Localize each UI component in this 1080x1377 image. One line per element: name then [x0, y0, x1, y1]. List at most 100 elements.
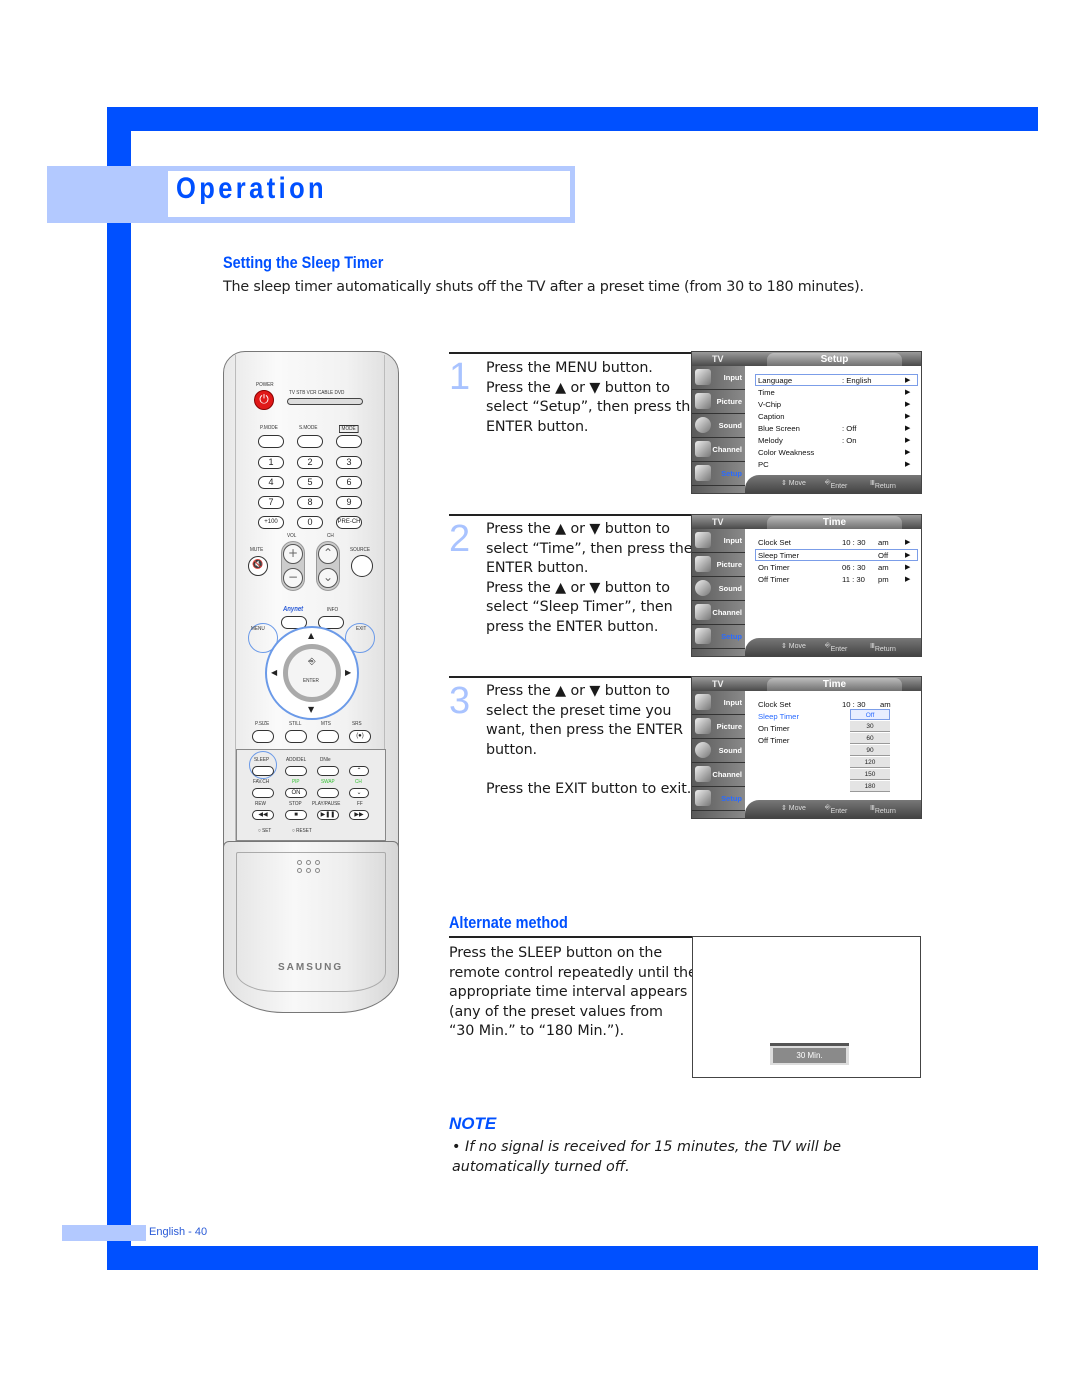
osd-return-hint: Ⅲ Return: [870, 480, 896, 490]
num-key: 0: [297, 516, 323, 529]
sleep-osd-display: 30 Min.: [770, 1043, 849, 1065]
set-label: ○ SET: [258, 828, 272, 834]
arrow-right-icon: ▶: [905, 461, 911, 468]
mts-label: MTS: [321, 721, 331, 727]
source-label: SOURCE: [350, 547, 371, 553]
intro-text: The sleep timer automatically shuts off …: [223, 279, 864, 295]
osd-enter-hint: ⎆ Enter: [825, 479, 848, 490]
arrow-right-icon: ▶: [905, 425, 911, 432]
pip-on-button: ON: [285, 788, 307, 798]
num-key: 5: [297, 476, 323, 489]
osd-time-menu: TV Time Input Picture Sound Channel Setu…: [691, 514, 922, 657]
stop-label: STOP: [289, 801, 302, 807]
osd-row: Time ▶: [758, 388, 911, 397]
enter-button: ⎆ ENTER: [283, 644, 341, 702]
arrow-right-icon: ▶: [905, 552, 911, 559]
anynet-label: Anynet: [283, 606, 304, 613]
osd-sidebar-sound: Sound: [692, 577, 745, 601]
osd-footer: ⇕ Move ⎆ Enter Ⅲ Return: [745, 638, 921, 656]
osd-sidebar: Input Picture Sound Channel Setup: [692, 691, 745, 818]
osd-sidebar: Input Picture Sound Channel Setup: [692, 366, 745, 493]
num-key: 7: [258, 496, 284, 509]
section-title: Operation: [176, 172, 328, 205]
sleep-button: [252, 766, 274, 776]
favch-button: [252, 788, 274, 798]
ff-label: FF: [357, 801, 363, 807]
volume-rocker: + −: [281, 541, 305, 591]
brand-logo: SAMSUNG: [278, 962, 344, 973]
info-label: INFO: [327, 607, 339, 613]
fast-forward-icon: ▶▶: [349, 810, 369, 820]
sleep-option: 90: [850, 745, 890, 756]
sleep-option: 60: [850, 733, 890, 744]
speaker-hole: [315, 860, 320, 865]
dnie-label: DNIe: [320, 757, 331, 763]
osd-sidebar-input: Input: [692, 366, 745, 390]
speaker-hole: [306, 860, 311, 865]
osd-sidebar-picture: Picture: [692, 715, 745, 739]
osd-return-hint: Ⅲ Return: [870, 643, 896, 653]
page-number: English - 40: [149, 1226, 208, 1238]
step-number: 3: [449, 680, 471, 722]
step-text: Press the MENU button. Press the ▲ or ▼ …: [486, 360, 699, 435]
menu-label: MENU: [251, 626, 265, 632]
osd-tv-label: TV: [712, 517, 724, 527]
num-key: 2: [297, 456, 323, 469]
plus-icon: +: [283, 544, 303, 564]
osd-sidebar-picture: Picture: [692, 553, 745, 577]
osd-sidebar-setup: Setup: [692, 787, 745, 811]
osd-row: Off Timer: [758, 736, 790, 745]
mute-label: MUTE: [250, 547, 264, 553]
osd-sidebar-channel: Channel: [692, 601, 745, 625]
page-frame-top: [107, 107, 1038, 131]
source-modes-label: TV STB VCR CABLE DVD: [289, 390, 345, 396]
alternate-method-text: Press the SLEEP button on the remote con…: [449, 945, 697, 1039]
osd-move-hint: ⇕ Move: [781, 805, 806, 812]
page-frame-bottom: [107, 1246, 1038, 1270]
step-text: Press the ▲ or ▼ button to select “Time”…: [486, 521, 693, 635]
channel-icon: [695, 604, 711, 620]
play-pause-icon: ▶❚❚: [317, 810, 339, 820]
sleep-option: 150: [850, 769, 890, 780]
num-key: 9: [336, 496, 362, 509]
arrow-right-icon: ▶: [905, 401, 911, 408]
setup-icon: [695, 790, 711, 806]
osd-tv-label: TV: [712, 679, 724, 689]
ch-down-button: ⌄: [349, 788, 369, 798]
mute-button: 🔇: [248, 556, 268, 576]
osd-sidebar-input: Input: [692, 691, 745, 715]
arrow-left-icon: ◀: [271, 668, 278, 677]
osd-row: On Timer: [758, 724, 790, 733]
prech-key: PRE-CH: [336, 516, 362, 529]
rewind-icon: ◀◀: [252, 810, 274, 820]
smode-label: S.MODE: [299, 425, 318, 431]
osd-row: Melody: On ▶: [758, 436, 911, 445]
arrow-right-icon: ▶: [905, 389, 911, 396]
favch-label: FAV.CH: [253, 779, 270, 785]
osd-return-hint: Ⅲ Return: [870, 805, 896, 815]
speaker-hole: [297, 868, 302, 873]
swap-label: SWAP: [321, 779, 335, 785]
pmode-label: P.MODE: [260, 425, 278, 431]
arrow-right-icon: ▶: [905, 413, 911, 420]
sleep-label: SLEEP: [254, 757, 270, 763]
osd-row: Clock Set 10 : 30 am: [758, 700, 891, 709]
note-title: NOTE: [449, 1114, 497, 1133]
sleep-osd-value: 30 Min.: [773, 1048, 846, 1063]
channel-rocker: ⌃ ⌄: [316, 541, 340, 591]
speaker-hole: [306, 868, 311, 873]
mode-indicator-bar: [287, 398, 363, 405]
input-icon: [695, 532, 711, 548]
sleep-option: 30: [850, 721, 890, 732]
exit-label: EXIT: [356, 626, 367, 632]
sleep-option: 180: [850, 781, 890, 792]
swap-button: [317, 788, 339, 798]
arrow-right-icon: ▶: [905, 377, 911, 384]
arrow-up-icon: ▲: [308, 631, 315, 640]
osd-row: Clock Set 10 : 30 am ▶: [758, 538, 911, 547]
osd-setup-menu: TV Setup Input Picture Sound Channel Set…: [691, 351, 922, 494]
osd-footer: ⇕ Move ⎆ Enter Ⅲ Return: [745, 800, 921, 818]
remote-battery-cover: [223, 841, 399, 1013]
osd-sidebar-sound: Sound: [692, 739, 745, 763]
osd-title: Time: [767, 516, 902, 529]
